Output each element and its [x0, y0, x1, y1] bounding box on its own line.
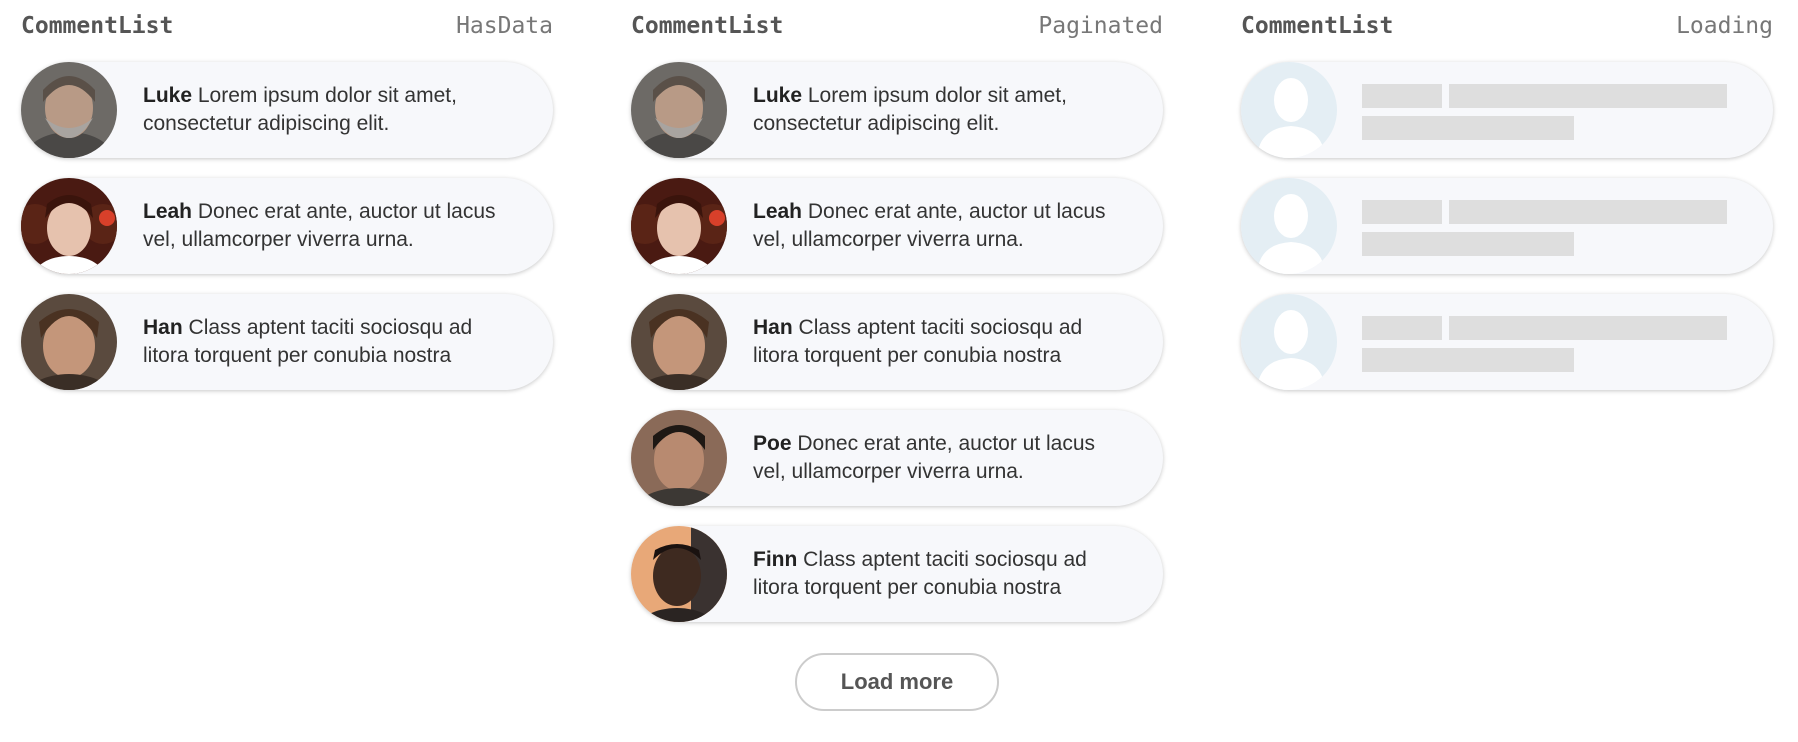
- comment-body: Luke Lorem ipsum dolor sit amet, consect…: [753, 82, 1133, 138]
- comment-author: Finn: [753, 548, 798, 571]
- column-header: CommentList HasData: [21, 11, 553, 51]
- avatar-han: [631, 294, 727, 390]
- skeleton-text-bar: [1449, 200, 1727, 224]
- comment-skeleton: [1241, 294, 1773, 390]
- load-more-button[interactable]: Load more: [795, 653, 999, 711]
- comment-author: Han: [143, 316, 183, 339]
- skeleton-text-bar: [1449, 84, 1727, 108]
- comment-body: Poe Donec erat ante, auctor ut lacus vel…: [753, 430, 1133, 486]
- component-title: CommentList: [1241, 13, 1394, 39]
- comment-author: Poe: [753, 432, 792, 455]
- avatar-leah: [21, 178, 117, 274]
- comment-body: Leah Donec erat ante, auctor ut lacus ve…: [753, 198, 1133, 254]
- skeleton-text-bar: [1362, 116, 1574, 140]
- comment-author: Han: [753, 316, 793, 339]
- comment-message: Class aptent taciti sociosqu ad litora t…: [143, 316, 473, 367]
- comment-message: Class aptent taciti sociosqu ad litora t…: [753, 316, 1083, 367]
- skeleton-text-bar: [1362, 348, 1574, 372]
- story-state-label: HasData: [456, 13, 553, 39]
- avatar-placeholder-icon: [1241, 178, 1337, 274]
- comment-item: Leah Donec erat ante, auctor ut lacus ve…: [631, 178, 1163, 274]
- comment-message: Donec erat ante, auctor ut lacus vel, ul…: [753, 432, 1096, 483]
- column-header: CommentList Paginated: [631, 11, 1163, 51]
- comment-item: Luke Lorem ipsum dolor sit amet, consect…: [21, 62, 553, 158]
- comment-message: Donec erat ante, auctor ut lacus vel, ul…: [143, 200, 496, 251]
- avatar-placeholder-icon: [1241, 62, 1337, 158]
- story-state-label: Paginated: [1038, 13, 1163, 39]
- comment-skeleton: [1241, 178, 1773, 274]
- skeleton-author-bar: [1362, 316, 1442, 340]
- avatar-han: [21, 294, 117, 390]
- comment-list-loading: CommentList Loading: [1241, 0, 1773, 410]
- comment-list-paginated: CommentList Paginated Luke Lorem ipsum d…: [631, 0, 1163, 642]
- comment-body: Luke Lorem ipsum dolor sit amet, consect…: [143, 82, 523, 138]
- comment-body: Han Class aptent taciti sociosqu ad lito…: [753, 314, 1133, 370]
- comment-author: Luke: [143, 84, 193, 107]
- comment-message: Class aptent taciti sociosqu ad litora t…: [753, 548, 1087, 599]
- comment-body: Han Class aptent taciti sociosqu ad lito…: [143, 314, 523, 370]
- comment-message: Donec erat ante, auctor ut lacus vel, ul…: [753, 200, 1106, 251]
- avatar-luke: [21, 62, 117, 158]
- comment-body: Leah Donec erat ante, auctor ut lacus ve…: [143, 198, 523, 254]
- comment-author: Leah: [143, 200, 193, 223]
- comment-item: Han Class aptent taciti sociosqu ad lito…: [631, 294, 1163, 390]
- avatar-finn: [631, 526, 727, 622]
- skeleton-author-bar: [1362, 84, 1442, 108]
- comment-item: Leah Donec erat ante, auctor ut lacus ve…: [21, 178, 553, 274]
- skeleton-author-bar: [1362, 200, 1442, 224]
- comment-author: Leah: [753, 200, 803, 223]
- comment-item: Luke Lorem ipsum dolor sit amet, consect…: [631, 62, 1163, 158]
- avatar-leah: [631, 178, 727, 274]
- column-header: CommentList Loading: [1241, 11, 1773, 51]
- comment-author: Luke: [753, 84, 803, 107]
- comment-item: Poe Donec erat ante, auctor ut lacus vel…: [631, 410, 1163, 506]
- comment-item: Finn Class aptent taciti sociosqu ad lit…: [631, 526, 1163, 622]
- story-state-label: Loading: [1676, 13, 1773, 39]
- comment-item: Han Class aptent taciti sociosqu ad lito…: [21, 294, 553, 390]
- comment-list-hasdata: CommentList HasData Luke Lorem ipsum dol…: [21, 0, 553, 410]
- comment-body: Finn Class aptent taciti sociosqu ad lit…: [753, 546, 1133, 602]
- avatar-placeholder-icon: [1241, 294, 1337, 390]
- comment-skeleton: [1241, 62, 1773, 158]
- component-title: CommentList: [21, 13, 174, 39]
- avatar-luke: [631, 62, 727, 158]
- skeleton-text-bar: [1449, 316, 1727, 340]
- avatar-poe: [631, 410, 727, 506]
- component-title: CommentList: [631, 13, 784, 39]
- skeleton-text-bar: [1362, 232, 1574, 256]
